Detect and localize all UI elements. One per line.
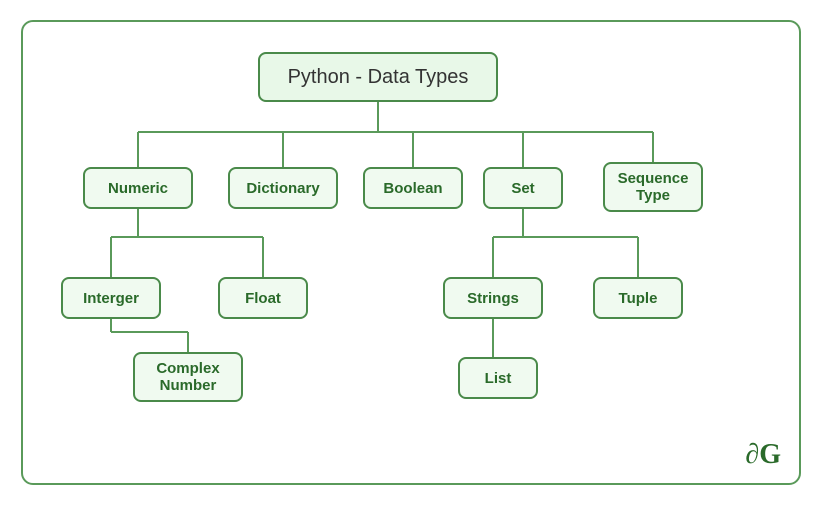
dictionary-node: Dictionary	[228, 167, 338, 209]
boolean-node: Boolean	[363, 167, 463, 209]
tuple-node: Tuple	[593, 277, 683, 319]
numeric-node: Numeric	[83, 167, 193, 209]
list-node: List	[458, 357, 538, 399]
dictionary-label: Dictionary	[246, 180, 319, 197]
set-node: Set	[483, 167, 563, 209]
tuple-label: Tuple	[619, 290, 658, 307]
logo-text: ∂G	[745, 439, 781, 470]
boolean-label: Boolean	[383, 180, 442, 197]
integer-node: Interger	[61, 277, 161, 319]
strings-node: Strings	[443, 277, 543, 319]
sequence-label: Sequence Type	[618, 170, 689, 204]
integer-label: Interger	[83, 290, 139, 307]
diagram-container: Python - Data Types Numeric Dictionary B…	[21, 20, 801, 485]
root-node: Python - Data Types	[258, 52, 498, 102]
set-label: Set	[511, 180, 534, 197]
numeric-label: Numeric	[108, 180, 168, 197]
complex-node: Complex Number	[133, 352, 243, 402]
complex-label: Complex Number	[156, 360, 219, 394]
root-label: Python - Data Types	[288, 66, 469, 89]
float-label: Float	[245, 290, 281, 307]
gfg-logo: ∂G	[745, 439, 781, 471]
list-label: List	[485, 370, 512, 387]
sequence-node: Sequence Type	[603, 162, 703, 212]
strings-label: Strings	[467, 290, 519, 307]
float-node: Float	[218, 277, 308, 319]
